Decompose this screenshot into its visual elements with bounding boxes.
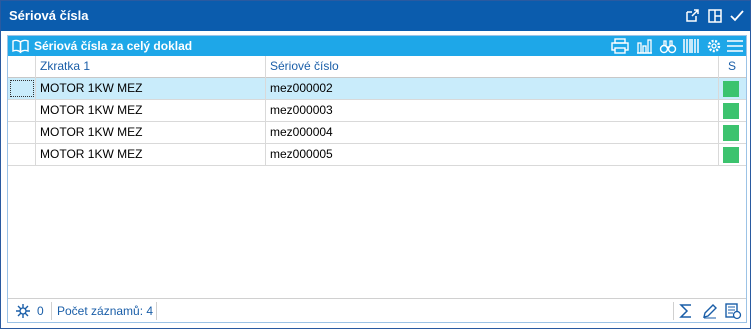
records-count: Počet záznamů: 4 [57,304,154,318]
barcode-icon[interactable] [681,37,701,55]
print-icon[interactable] [610,37,630,55]
settings-icon[interactable] [704,37,724,55]
sum-icon[interactable] [677,302,695,320]
table-row[interactable]: MOTOR 1KW MEZ mez000003 [8,100,746,122]
status-bar: 0 Počet záznamů: 4 [8,298,746,322]
column-divider [265,56,266,166]
column-divider [718,56,719,166]
filter-icon[interactable] [14,302,32,320]
status-indicator [723,125,739,141]
status-indicator [723,147,739,163]
serial-numbers-grid: Zkratka 1 Sériové číslo S MOTOR 1KW MEZ … [8,56,746,298]
book-icon [12,38,29,54]
divider [51,302,52,320]
filter-count: 0 [37,304,44,318]
maximize-icon[interactable] [706,7,724,25]
chart-icon[interactable] [634,37,654,55]
table-row[interactable]: MOTOR 1KW MEZ mez000002 [8,78,746,100]
serial-numbers-panel: Sériová čísla za celý doklad Zkratka 1 S… [7,35,747,323]
row-indicator [10,80,34,97]
window-title: Sériová čísla [9,8,89,23]
cell-serial: mez000004 [270,125,333,139]
cell-zkratka: MOTOR 1KW MEZ [40,103,143,117]
cell-zkratka: MOTOR 1KW MEZ [40,125,143,139]
calculator-icon[interactable] [724,302,742,320]
panel-title: Sériová čísla za celý doklad [34,39,193,53]
divider [156,302,157,320]
column-divider [35,56,36,166]
edit-icon[interactable] [701,302,719,320]
status-indicator [723,81,739,97]
table-row[interactable]: MOTOR 1KW MEZ mez000005 [8,144,746,166]
table-row[interactable]: MOTOR 1KW MEZ mez000004 [8,122,746,144]
cell-serial: mez000003 [270,103,333,117]
menu-icon[interactable] [725,37,745,55]
cell-zkratka: MOTOR 1KW MEZ [40,147,143,161]
cell-serial: mez000005 [270,147,333,161]
grid-header: Zkratka 1 Sériové číslo S [8,56,746,78]
column-header-status[interactable]: S [728,56,740,77]
window-titlebar: Sériová čísla [1,1,750,31]
panel-header: Sériová čísla za celý doklad [8,36,746,56]
status-indicator [723,103,739,119]
cell-zkratka: MOTOR 1KW MEZ [40,81,143,95]
binoculars-icon[interactable] [658,37,678,55]
column-header-serial[interactable]: Sériové číslo [270,56,710,77]
column-header-zkratka[interactable]: Zkratka 1 [40,56,260,77]
confirm-check-icon[interactable] [728,7,746,25]
serial-numbers-window: Sériová čísla Sériová čísla za celý dokl… [0,0,751,329]
cell-serial: mez000002 [270,81,333,95]
popout-icon[interactable] [683,7,701,25]
divider [673,302,674,320]
